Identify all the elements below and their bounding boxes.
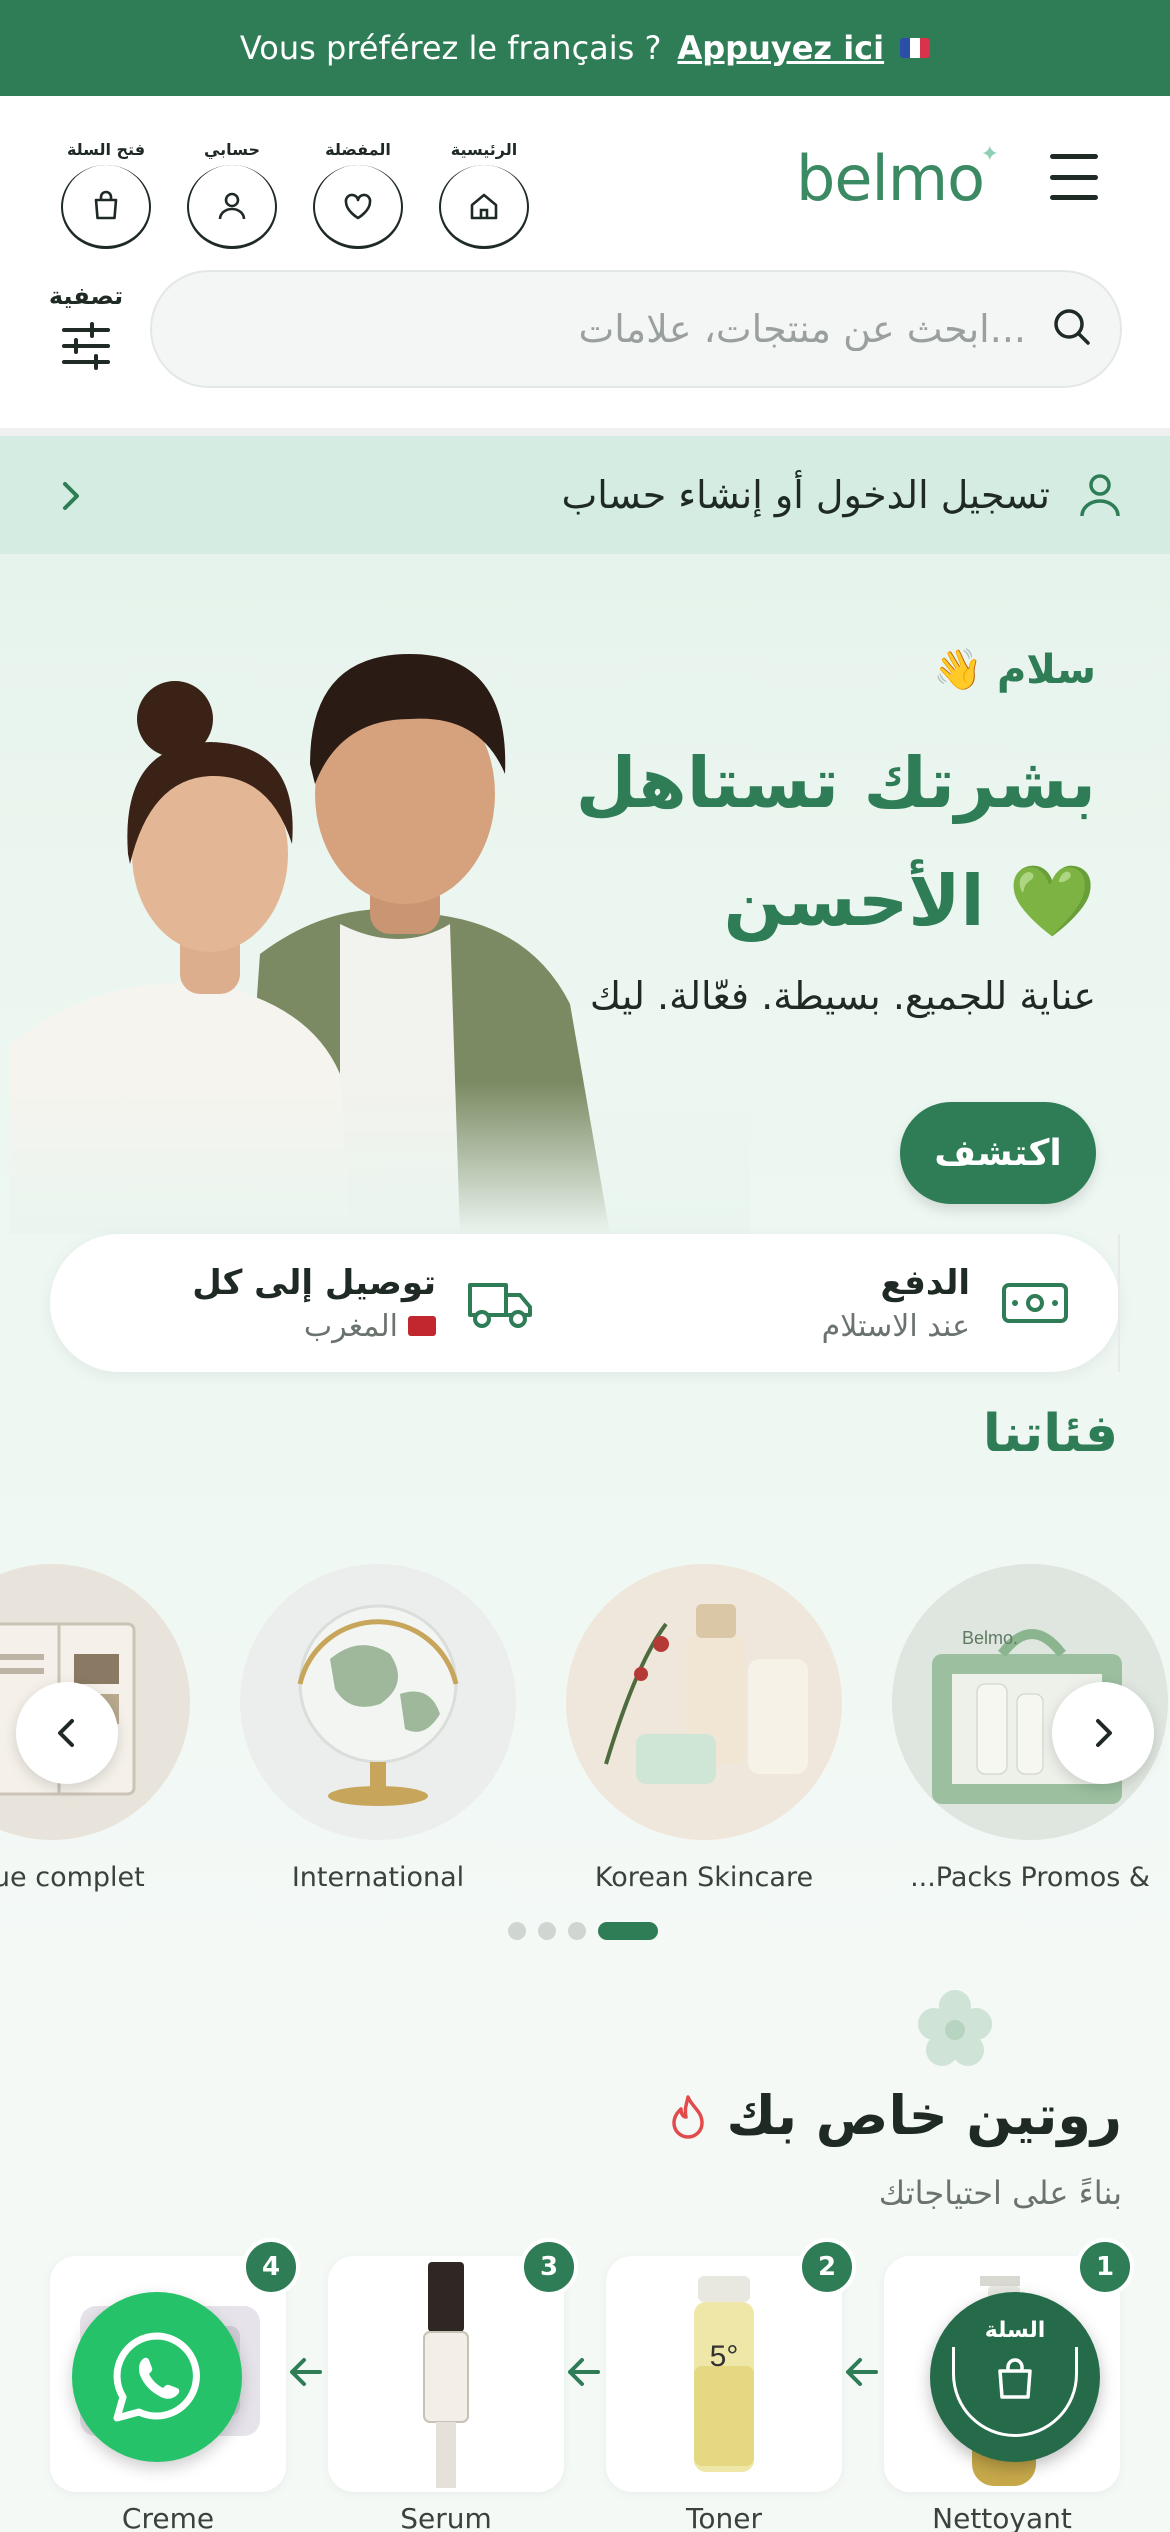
perk-title: الدفع: [880, 1262, 970, 1303]
user-icon: [187, 165, 277, 249]
filter-button[interactable]: تصفية: [44, 282, 128, 378]
green-heart-icon: 💚: [1008, 860, 1096, 942]
routine-subtitle: بناءً على احتياجاتك: [878, 2174, 1122, 2212]
toner-product-image: 5°: [694, 2276, 754, 2472]
category-label: ...Packs Promos &: [910, 1862, 1150, 1893]
categories-section: فئاتنا Belmo. ...Packs Promos & Korean S…: [0, 1384, 1170, 1984]
whatsapp-icon: [113, 2332, 200, 2422]
bag-icon: [61, 165, 151, 249]
waving-hand-icon: 👋: [933, 647, 983, 693]
step-name: Nettoyant: [932, 2502, 1072, 2532]
hero-subtitle: عناية للجميع. بسيطة. فعّالة. ليك: [589, 974, 1096, 1018]
truck-icon: [468, 1283, 532, 1328]
routine-title-text: روتين خاص بك: [726, 2084, 1122, 2147]
pagination-dot-active[interactable]: [598, 1922, 658, 1940]
greeting: 👋 سلام: [933, 646, 1096, 694]
step-name: Serum: [400, 2502, 492, 2532]
step-number: 3: [520, 2238, 578, 2296]
whatsapp-button[interactable]: [72, 2292, 242, 2462]
search-icon: [1048, 303, 1096, 355]
svg-text:Belmo.: Belmo.: [962, 1628, 1018, 1648]
nav-home[interactable]: الرئيسية: [436, 140, 532, 249]
perk-delivery: توصيل إلى كل المغرب: [50, 1234, 584, 1372]
greeting-text: سلام: [996, 646, 1096, 693]
cash-icon: [1002, 1283, 1068, 1323]
routine-step[interactable]: 5° 2: [606, 2238, 856, 2492]
nav-label: حسابي: [203, 140, 260, 159]
step-name: Toner: [686, 2502, 762, 2532]
language-banner: Vous préférez le français ? Appuyez ici: [0, 0, 1170, 96]
bag-icon: [952, 2346, 1078, 2437]
routine-title: روتين خاص بك: [668, 2084, 1122, 2147]
flower-decoration-icon: [918, 1990, 992, 2066]
login-label: تسجيل الدخول أو إنشاء حساب: [561, 473, 1050, 517]
search-bar[interactable]: [150, 270, 1122, 388]
language-switch-link[interactable]: Appuyez ici: [678, 29, 885, 67]
chevron-left-icon: [58, 1719, 74, 1747]
categories-title: فئاتنا: [982, 1404, 1118, 1464]
category-label: Korean Skincare: [594, 1862, 814, 1893]
category-card[interactable]: Korean Skincare: [566, 1564, 842, 1893]
korean-skincare-image: [566, 1564, 842, 1840]
perk-subtitle: عند الاستلام: [821, 1308, 970, 1344]
carousel-next-button[interactable]: [1052, 1682, 1154, 1784]
step-number: 4: [242, 2238, 300, 2296]
nav-favorites[interactable]: المفضلة: [310, 140, 406, 249]
brand-name: belmo: [796, 142, 985, 215]
pagination-dot[interactable]: [568, 1922, 586, 1940]
language-prompt: Vous préférez le français ?: [239, 29, 662, 67]
nav-open-cart[interactable]: فتح السلة: [58, 140, 154, 249]
category-label: International: [291, 1862, 465, 1893]
chevron-right-icon: [63, 482, 79, 510]
routine-step[interactable]: 3: [328, 2238, 578, 2492]
perk-subtitle: المغرب: [303, 1308, 398, 1344]
perk-title: توصيل إلى كل: [192, 1262, 436, 1303]
hero-headline: بشرتك تستاهل الأحسن 💚: [536, 724, 1096, 960]
fire-icon: [672, 2094, 705, 2139]
carousel-prev-button[interactable]: [16, 1682, 118, 1784]
nav-label: المفضلة: [325, 140, 391, 159]
hero-section: 👋 سلام بشرتك تستاهل الأحسن 💚 عناية للجمي…: [0, 554, 1170, 1384]
floating-cart-label: السلة: [984, 2317, 1046, 2343]
perks-card: توصيل إلى كل المغرب الدفع عند الاستلام: [50, 1234, 1120, 1372]
brand-logo[interactable]: belmo ✦: [796, 142, 999, 215]
morocco-flag-icon: [408, 1316, 436, 1336]
international-image: [240, 1564, 516, 1840]
floating-cart-button[interactable]: السلة: [930, 2292, 1100, 2462]
pagination-dot[interactable]: [538, 1922, 556, 1940]
login-banner[interactable]: تسجيل الدخول أو إنشاء حساب: [0, 428, 1170, 554]
step-name: Creme: [121, 2502, 215, 2532]
sparkle-icon: ✦: [980, 142, 999, 167]
serum-product-image: [423, 2262, 469, 2488]
pagination-dot[interactable]: [508, 1922, 526, 1940]
step-number: 1: [1076, 2238, 1134, 2296]
site-header: فتح السلة حسابي المفضلة الرئيسية belmo ✦…: [0, 96, 1170, 426]
category-card[interactable]: International: [240, 1564, 516, 1893]
filter-label: تصفية: [48, 282, 124, 310]
category-label: ogue complet: [0, 1862, 145, 1893]
home-icon: [439, 165, 529, 249]
svg-text:5°: 5°: [710, 2340, 739, 2373]
chevron-right-icon: [1096, 1719, 1112, 1747]
perk-cash-on-delivery: الدفع عند الاستلام: [584, 1234, 1120, 1372]
arrow-left-icon: [846, 2358, 878, 2386]
nav-label: الرئيسية: [450, 140, 518, 159]
discover-button[interactable]: اكتشف: [900, 1102, 1096, 1204]
french-flag-icon: [900, 38, 931, 58]
hamburger-menu-icon[interactable]: [1050, 154, 1098, 200]
arrow-left-icon: [290, 2358, 322, 2386]
sliders-icon: [58, 318, 114, 378]
heart-icon: [313, 165, 403, 249]
nav-account[interactable]: حسابي: [184, 140, 280, 249]
carousel-pagination: [508, 1922, 658, 1940]
nav-label: فتح السلة: [66, 140, 146, 159]
arrow-left-icon: [568, 2358, 600, 2386]
user-icon: [1080, 474, 1120, 517]
step-number: 2: [798, 2238, 856, 2296]
search-input[interactable]: [466, 307, 1026, 351]
